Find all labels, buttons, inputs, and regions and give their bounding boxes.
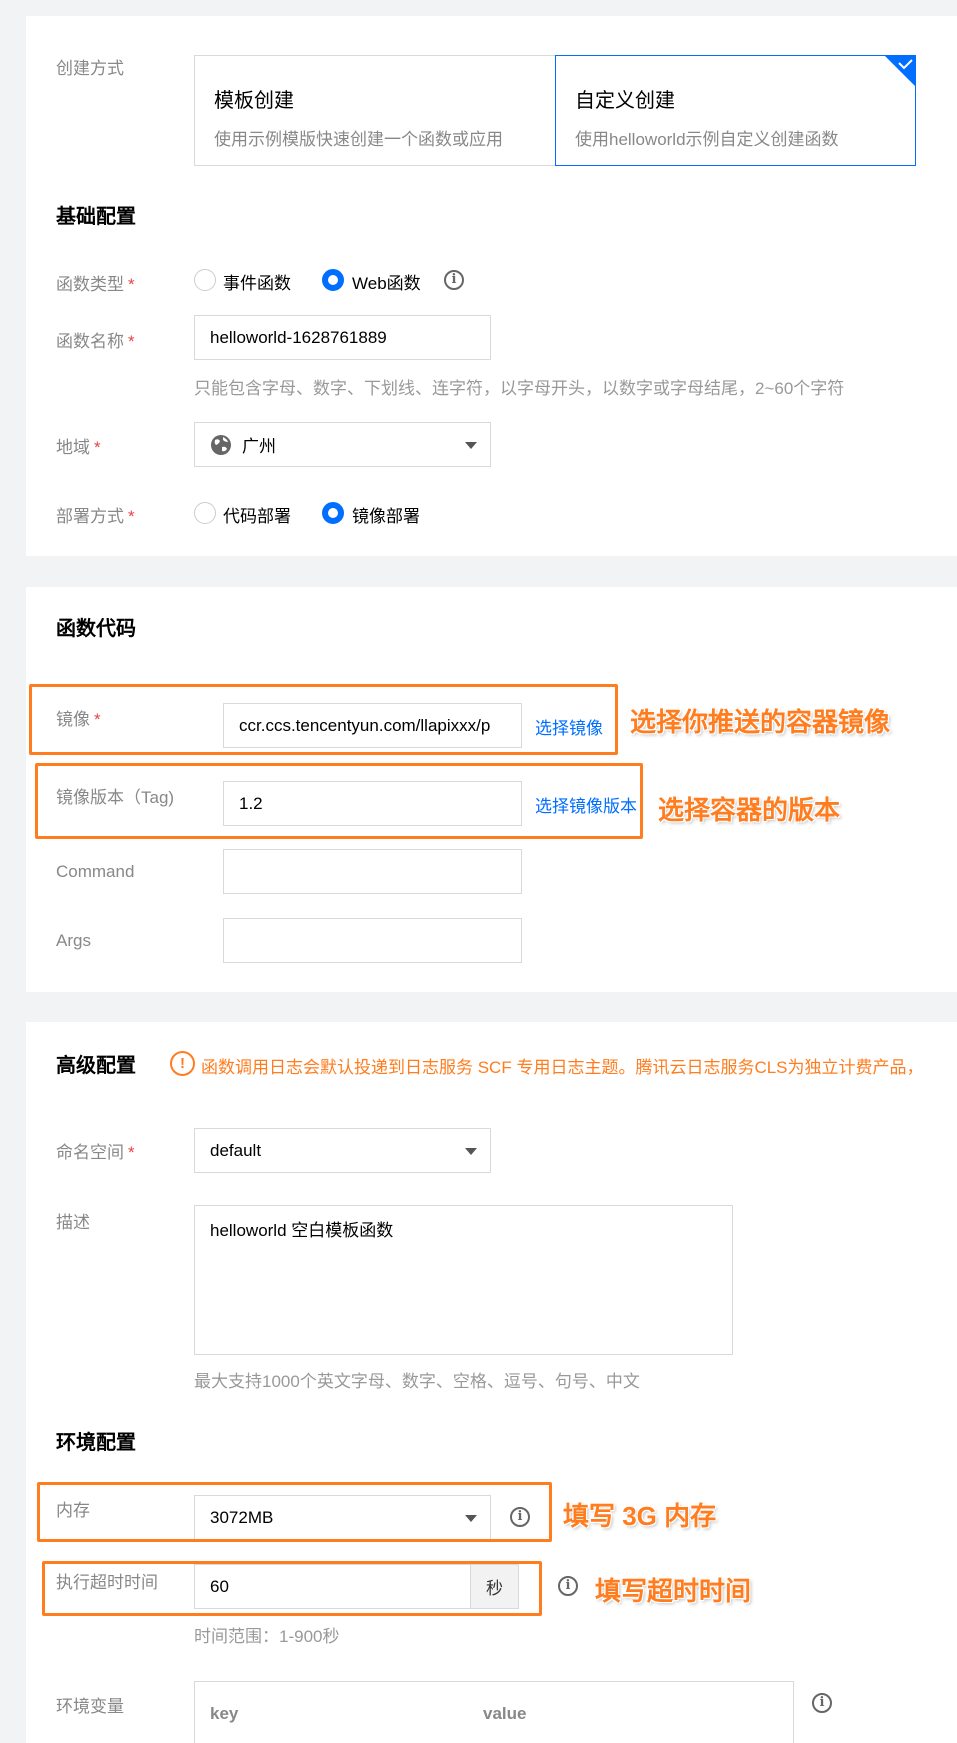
event-func-radio[interactable] xyxy=(194,269,216,291)
timeout-hint: 时间范围：1-900秒 xyxy=(194,1627,340,1646)
func-name-hint: 只能包含字母、数字、下划线、连字符，以字母开头，以数字或字母结尾，2~60个字符 xyxy=(194,379,845,398)
func-name-input[interactable]: helloworld-1628761889 xyxy=(194,315,491,360)
func-name-label: 函数名称 * xyxy=(56,332,135,351)
env-vars-value-header: value xyxy=(483,1704,527,1723)
code-deploy-radio[interactable] xyxy=(194,502,216,524)
region-select[interactable]: 广州 xyxy=(194,422,491,467)
basic-config-title: 基础配置 xyxy=(56,206,136,228)
timeout-info-icon[interactable]: i xyxy=(558,1576,578,1596)
image-deploy-label: 镜像部署 xyxy=(352,507,420,526)
function-code-title: 函数代码 xyxy=(56,618,136,640)
env-config-title: 环境配置 xyxy=(56,1432,136,1454)
region-value: 广州 xyxy=(242,437,276,456)
log-notice: 函数调用日志会默认投递到日志服务 SCF 专用日志主题。腾讯云日志服务CLS为独… xyxy=(201,1058,924,1077)
web-func-label: Web函数 xyxy=(352,274,421,293)
command-input[interactable] xyxy=(223,849,522,894)
func-type-label: 函数类型 * xyxy=(56,275,135,294)
args-label: Args xyxy=(56,931,91,950)
template-create-desc: 使用示例模版快速创建一个函数或应用 xyxy=(214,130,503,149)
namespace-label: 命名空间 * xyxy=(56,1143,135,1162)
memory-annotation: 填写 3G 内存 xyxy=(563,1501,717,1531)
template-create-title: 模板创建 xyxy=(214,90,294,112)
advanced-config-card: 高级配置 ! 函数调用日志会默认投递到日志服务 SCF 专用日志主题。腾讯云日志… xyxy=(26,1022,957,1743)
globe-icon xyxy=(211,434,231,455)
custom-create-title: 自定义创建 xyxy=(575,90,675,112)
func-type-info-icon[interactable]: i xyxy=(444,270,464,290)
code-deploy-label: 代码部署 xyxy=(223,507,291,526)
selected-check-icon xyxy=(884,55,916,87)
image-annotation: 选择你推送的容器镜像 xyxy=(630,707,891,737)
create-method-group: 模板创建 使用示例模版快速创建一个函数或应用 自定义创建 使用helloworl… xyxy=(194,55,916,166)
timeout-annotation: 填写超时时间 xyxy=(595,1576,752,1606)
description-label: 描述 xyxy=(56,1213,90,1232)
env-vars-info-icon[interactable]: i xyxy=(812,1693,832,1713)
region-label: 地域 * xyxy=(56,438,101,457)
basic-config-card: 创建方式 模板创建 使用示例模版快速创建一个函数或应用 自定义创建 使用hell… xyxy=(26,16,957,556)
env-vars-key-header: key xyxy=(210,1704,239,1723)
custom-create-desc: 使用helloworld示例自定义创建函数 xyxy=(575,130,839,149)
advanced-config-title: 高级配置 xyxy=(56,1055,136,1077)
web-func-radio[interactable] xyxy=(322,269,344,291)
description-textarea[interactable]: helloworld 空白模板函数 xyxy=(194,1205,733,1355)
timeout-highlight-box xyxy=(42,1561,542,1616)
warning-icon: ! xyxy=(170,1051,195,1076)
namespace-value: default xyxy=(210,1140,262,1160)
chevron-down-icon xyxy=(465,1147,477,1155)
event-func-label: 事件函数 xyxy=(223,274,291,293)
tag-annotation: 选择容器的版本 xyxy=(658,795,841,825)
args-input[interactable] xyxy=(223,918,522,963)
custom-create-tile[interactable]: 自定义创建 使用helloworld示例自定义创建函数 xyxy=(555,55,916,166)
chevron-down-icon xyxy=(465,441,477,449)
template-create-tile[interactable]: 模板创建 使用示例模版快速创建一个函数或应用 xyxy=(195,56,555,165)
env-vars-label: 环境变量 xyxy=(56,1697,124,1716)
image-deploy-radio[interactable] xyxy=(322,502,344,524)
command-label: Command xyxy=(56,862,135,881)
tag-highlight-box xyxy=(35,763,643,839)
memory-highlight-box xyxy=(37,1482,552,1542)
namespace-select[interactable]: default xyxy=(194,1128,491,1173)
image-highlight-box xyxy=(29,684,618,755)
create-method-label: 创建方式 xyxy=(56,59,124,78)
description-hint: 最大支持1000个英文字母、数字、空格、逗号、句号、中文 xyxy=(194,1372,640,1391)
env-vars-table: key value xyxy=(194,1681,794,1743)
deploy-label: 部署方式 * xyxy=(56,507,135,526)
